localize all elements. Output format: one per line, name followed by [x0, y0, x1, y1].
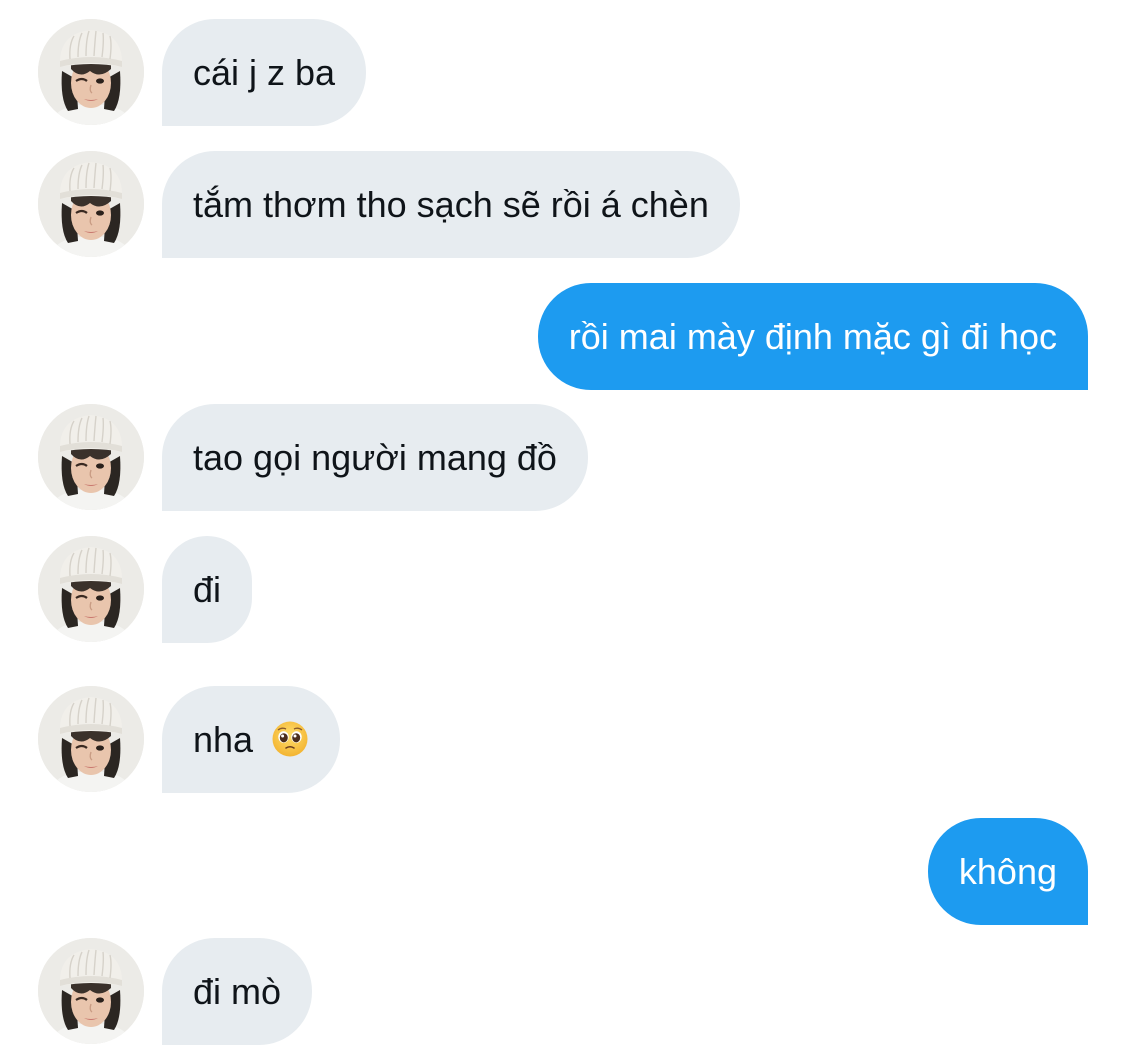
message-text: nha: [193, 719, 254, 760]
incoming-message-bubble[interactable]: tao gọi người mang đồ: [162, 404, 588, 511]
outgoing-message-bubble[interactable]: không: [927, 818, 1088, 925]
message-text: không: [958, 851, 1057, 892]
avatar[interactable]: [38, 19, 144, 125]
message-text: cái j z ba: [193, 52, 336, 93]
outgoing-message-bubble[interactable]: rồi mai mày định mặc gì đi học: [537, 283, 1088, 390]
avatar[interactable]: [38, 404, 144, 510]
message-text: tao gọi người mang đồ: [193, 437, 557, 478]
avatar-image: [38, 151, 144, 257]
avatar-image: [38, 19, 144, 125]
message-text: đi mò: [193, 971, 282, 1012]
incoming-message-bubble[interactable]: đi: [162, 536, 253, 643]
avatar[interactable]: [38, 686, 144, 792]
chat-screen: { "conversation": { "messages": [ { "sen…: [0, 0, 1125, 1061]
avatar[interactable]: [38, 151, 144, 257]
incoming-message-bubble[interactable]: đi mò: [162, 938, 313, 1045]
avatar-image: [38, 938, 144, 1044]
avatar-image: [38, 404, 144, 510]
message-text: đi: [193, 569, 222, 610]
message-text: rồi mai mày định mặc gì đi học: [568, 316, 1057, 357]
avatar[interactable]: [38, 536, 144, 642]
avatar-image: [38, 536, 144, 642]
avatar[interactable]: [38, 938, 144, 1044]
incoming-message-bubble[interactable]: nha: [162, 686, 341, 793]
message-text: tắm thơm tho sạch sẽ rồi á chèn: [193, 184, 709, 225]
avatar-image: [38, 686, 144, 792]
pleading-face-icon: [272, 721, 308, 757]
incoming-message-bubble[interactable]: tắm thơm tho sạch sẽ rồi á chèn: [162, 151, 740, 258]
incoming-message-bubble[interactable]: cái j z ba: [162, 19, 367, 126]
